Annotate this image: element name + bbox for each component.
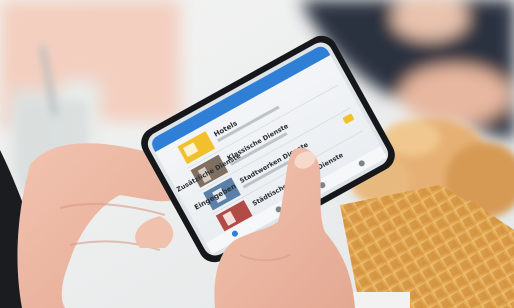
photo-scene: Hotels Klassische Dienste Stadtwerken Di… <box>0 0 514 308</box>
